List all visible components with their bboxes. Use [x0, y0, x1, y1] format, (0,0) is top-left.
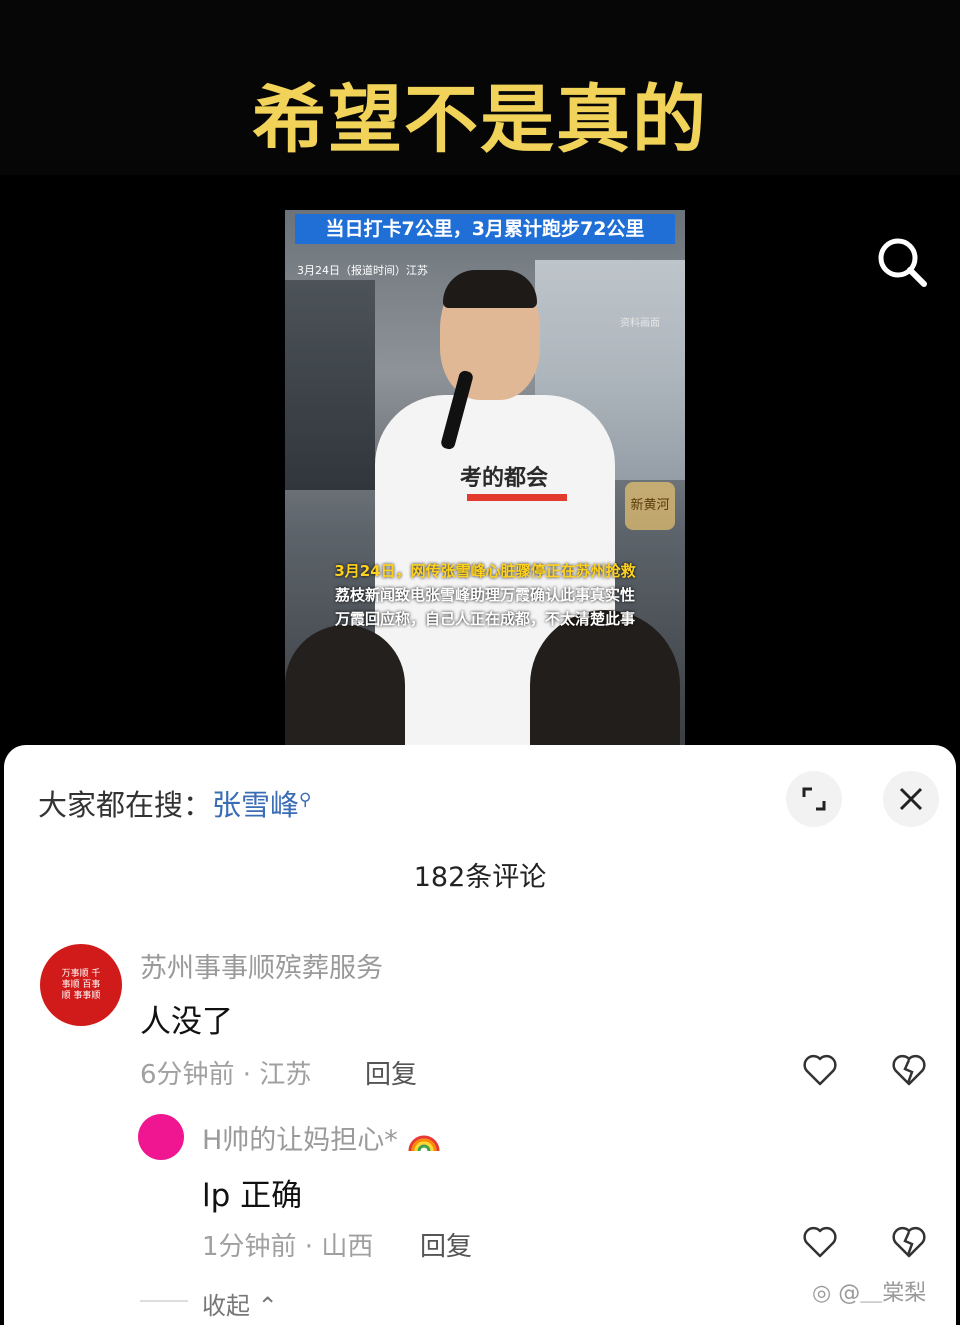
reply-meta: 1分钟前 · 山西 — [202, 1232, 374, 1262]
trending-keyword[interactable]: 张雪峰 — [212, 788, 299, 822]
rainbow-icon — [406, 1125, 442, 1156]
video-banner: 当日打卡7公里，3月累计跑步72公里 — [295, 214, 675, 244]
watermark: ◎ @＿棠梨 — [812, 1275, 926, 1307]
close-icon — [899, 787, 923, 811]
source-tag: 资料画面 — [620, 318, 660, 329]
reply-text: lp 正确 — [202, 1178, 303, 1214]
broken-heart-icon[interactable] — [889, 1222, 929, 1262]
trending-prefix: 大家都在搜： — [38, 788, 213, 822]
audience-head — [285, 625, 405, 750]
collapse-label: 收起 — [202, 1292, 250, 1320]
heart-icon[interactable] — [800, 1050, 840, 1090]
broken-heart-icon[interactable] — [889, 1050, 929, 1090]
trending-search[interactable]: 大家都在搜：张雪峰⚲ — [38, 782, 311, 824]
shirt-text: 考的都会 — [460, 466, 549, 491]
video-caption: 3月24日，网传张雪峰心脏骤停正在苏州抢救 — [334, 562, 636, 580]
video-caption: 荔枝新闻致电张雪峰助理万霞确认此事真实性 — [334, 586, 635, 604]
reply-button[interactable]: 回复 — [420, 1226, 472, 1263]
news-logo: 新黄河 — [625, 482, 675, 530]
expand-icon — [802, 787, 826, 811]
comment-meta: 6分钟前 · 江苏 — [140, 1060, 312, 1090]
avatar[interactable] — [138, 1114, 184, 1160]
comment-username[interactable]: 苏州事事顺殡葬服务 — [140, 946, 383, 985]
video-headline: 希望不是真的 — [252, 77, 708, 163]
video-frame[interactable]: 考的都会 新黄河 当日打卡7公里，3月累计跑步72公里 3月24日（报道时间）江… — [285, 210, 685, 750]
speaker-hair — [443, 270, 537, 308]
expand-button[interactable] — [786, 771, 842, 827]
comment-text: 人没了 — [140, 1004, 233, 1040]
audience-head — [530, 610, 680, 750]
shirt-stripe — [467, 494, 567, 501]
background-wall — [285, 280, 375, 490]
divider — [140, 1300, 188, 1302]
report-date: 3月24日（报道时间）江苏 — [297, 264, 428, 277]
comment-count: 182条评论 — [413, 862, 547, 893]
chevron-up-icon: ⌃ — [257, 1292, 278, 1320]
search-icon[interactable] — [872, 232, 932, 292]
reply-username-text: H帅的让妈担心* — [202, 1125, 398, 1156]
search-small-icon: ⚲ — [299, 790, 312, 810]
close-button[interactable] — [883, 771, 939, 827]
avatar[interactable]: 万事顺 千事顺 百事顺 事事顺 — [40, 944, 122, 1026]
watermark-text: @＿棠梨 — [838, 1281, 927, 1306]
avatar-text: 万事顺 千事顺 百事顺 事事顺 — [61, 968, 101, 1001]
weibo-icon: ◎ — [812, 1281, 832, 1306]
reply-username[interactable]: H帅的让妈担心* — [202, 1118, 442, 1157]
collapse-replies-button[interactable]: 收起 ⌃ — [202, 1286, 278, 1321]
reply-button[interactable]: 回复 — [365, 1054, 417, 1091]
heart-icon[interactable] — [800, 1222, 840, 1262]
video-caption: 万霞回应称，自己人正在成都，不太清楚此事 — [334, 610, 635, 628]
